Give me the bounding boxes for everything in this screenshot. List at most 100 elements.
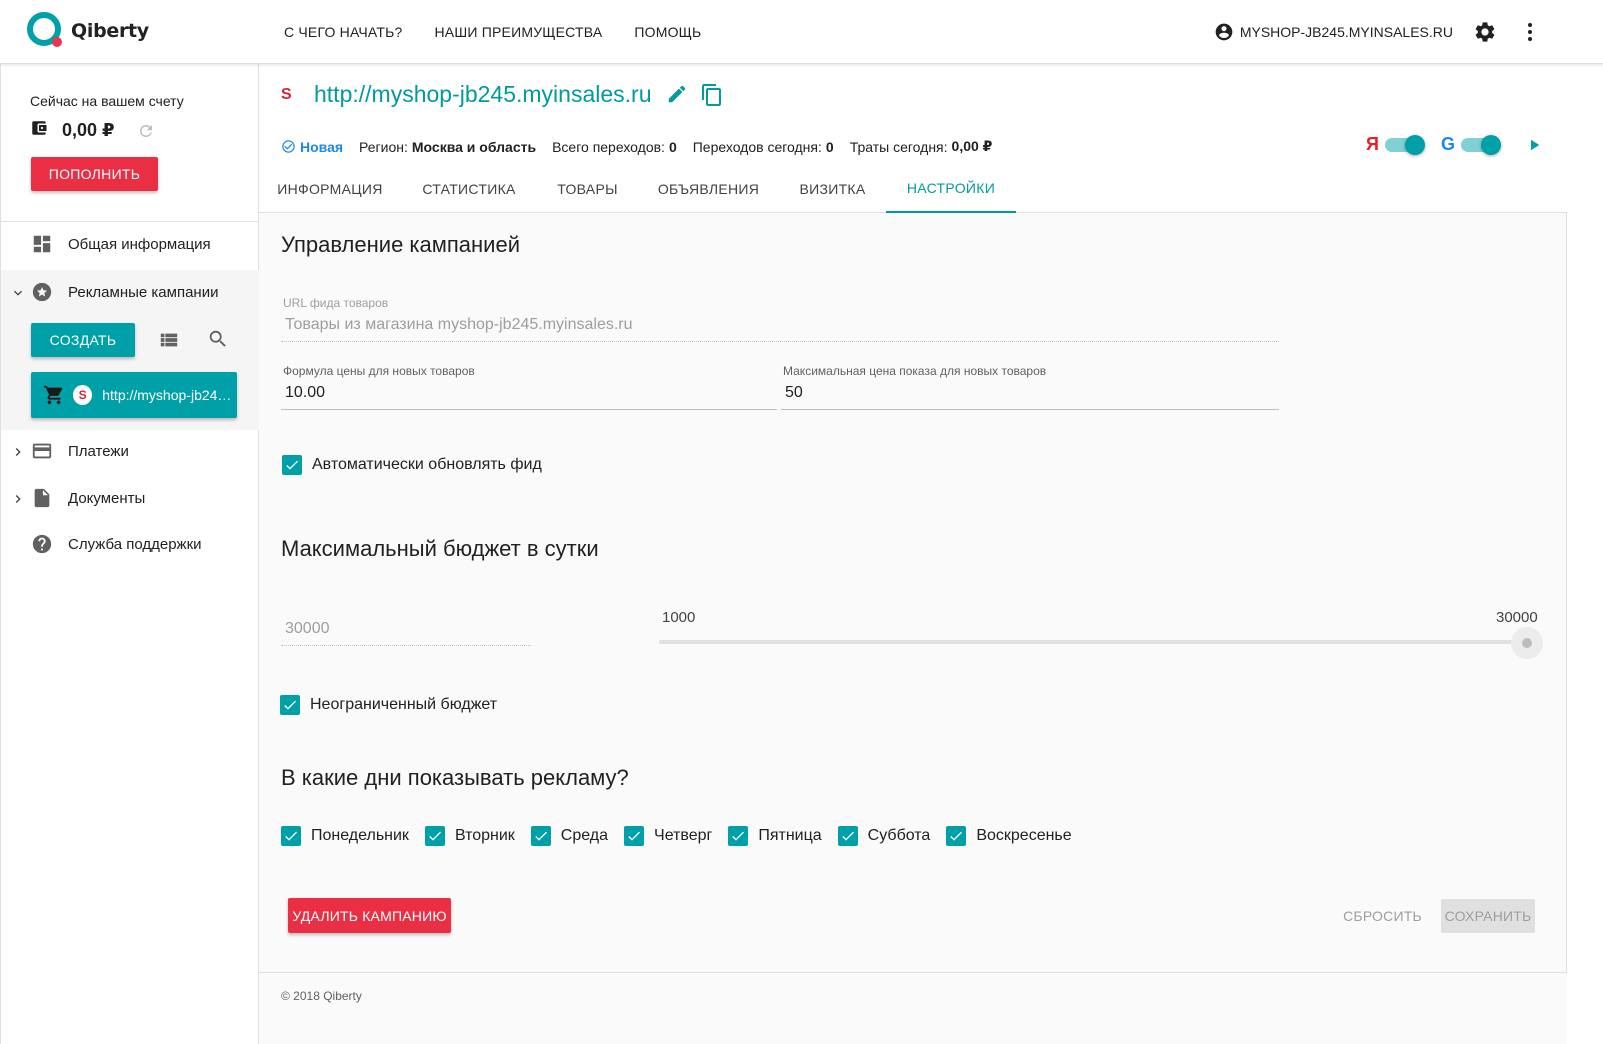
logo[interactable]: Qiberty [26,10,149,52]
copy-icon[interactable] [700,83,724,107]
sidebar-item-campaigns[interactable]: Рекламные кампании [1,270,259,316]
total-clicks-label: Всего переходов: [552,138,665,155]
day-label: Понедельник [311,827,409,844]
region-value: Москва и область [411,138,537,155]
sidebar-item-overview[interactable]: Общая информация [1,222,259,268]
yandex-toggle[interactable] [1384,134,1425,155]
auto-update-label: Автоматически обновлять фид [312,456,542,473]
campaign-tabs: ИНФОРМАЦИЯ СТАТИСТИКА ТОВАРЫ ОБЪЯВЛЕНИЯ … [259,164,1016,213]
sidebar-item-label: Документы [68,490,146,507]
google-toggle[interactable] [1461,134,1501,155]
checkbox-checked-icon [530,826,551,846]
day-label: Воскресенье [976,827,1072,844]
dashboard-icon [31,233,53,255]
unlimited-budget-checkbox[interactable]: Неограниченный бюджет [280,695,497,715]
campaign-chip[interactable]: S http://myshop-jb245.myinsales.ru [31,372,237,418]
day-checkbox-friday[interactable]: Пятница [728,826,822,846]
max-price-input[interactable]: 50 [781,382,1279,410]
checkbox-checked-icon [728,826,749,846]
create-campaign-button[interactable]: СОЗДАТЬ [31,323,135,357]
more-vert-icon[interactable] [1518,20,1542,44]
toggle-knob [1404,134,1425,155]
day-label: Пятница [758,827,822,844]
slider-min-label: 1000 [662,609,696,626]
nav-getting-started[interactable]: С ЧЕГО НАЧАТЬ? [284,24,403,40]
yandex-icon: Я [1366,134,1379,154]
balance-row: 0,00 ₽ [30,119,155,142]
checkbox-checked-icon [282,455,302,475]
days-checkbox-group: Понедельник Вторник Среда Четверг Пятниц… [281,826,1088,846]
budget-input: 30000 [281,618,531,646]
document-icon [31,487,53,509]
checkbox-checked-icon [280,695,300,715]
campaign-url: http://myshop-jb245.myinsales.ru [314,81,652,107]
slider-max-label: 30000 [1496,609,1538,626]
list-view-icon[interactable] [158,329,180,356]
sidebar-item-payments[interactable]: Платежи [1,429,259,475]
search-icon[interactable] [207,328,229,355]
today-clicks-value: 0 [825,138,834,155]
day-checkbox-monday[interactable]: Понедельник [281,826,409,846]
save-button[interactable]: СОХРАНИТЬ [1441,899,1535,933]
sidebar-item-label: Общая информация [68,236,211,253]
tab-products[interactable]: ТОВАРЫ [537,164,638,213]
page-right-edge [1567,0,1603,1044]
url-actions [666,83,736,107]
logo-mark-icon [26,11,66,51]
tab-business-card[interactable]: ВИЗИТКА [779,164,886,213]
toggle-knob [1481,134,1501,155]
budget-section-title: Максимальный бюджет в сутки [281,536,599,561]
day-checkbox-thursday[interactable]: Четверг [624,826,712,846]
tab-ads[interactable]: ОБЪЯВЛЕНИЯ [638,164,779,213]
credit-card-icon [31,440,53,462]
chevron-down-icon [10,285,26,301]
sidebar-item-label: Платежи [68,443,129,460]
manage-section-title: Управление кампанией [281,232,520,257]
auto-update-checkbox[interactable]: Автоматически обновлять фид [282,455,542,475]
top-nav: С ЧЕГО НАЧАТЬ? НАШИ ПРЕИМУЩЕСТВА ПОМОЩЬ [284,0,733,64]
feed-url-field: Товары из магазина myshop-jb245.myinsale… [281,314,1279,342]
checkbox-checked-icon [837,826,858,846]
topup-button[interactable]: ПОПОЛНИТЬ [31,157,158,191]
tab-settings[interactable]: НАСТРОЙКИ [886,164,1016,213]
sidebar-item-label: Служба поддержки [68,536,202,553]
account-circle-icon [1214,22,1234,42]
delete-campaign-button[interactable]: УДАЛИТЬ КАМПАНИЮ [288,898,451,933]
account-menu[interactable]: MYSHOP-JB245.MYINSALES.RU [1214,22,1453,42]
nav-help[interactable]: ПОМОЩЬ [634,24,701,40]
sidebar-item-support[interactable]: Служба поддержки [1,522,259,568]
sidebar-item-documents[interactable]: Документы [1,476,259,522]
play-icon[interactable] [1525,136,1543,154]
day-checkbox-wednesday[interactable]: Среда [530,826,608,846]
tab-statistics[interactable]: СТАТИСТИКА [401,164,537,213]
days-section-title: В какие дни показывать рекламу? [281,765,629,790]
star-circle-icon [31,281,53,303]
checkbox-checked-icon [424,826,445,846]
checkbox-checked-icon [281,826,301,846]
refresh-icon[interactable] [137,122,155,140]
budget-slider-thumb[interactable] [1511,627,1543,659]
checkbox-checked-icon [624,826,645,846]
shop-s-icon: S [281,85,292,103]
help-icon [31,533,53,555]
budget-slider-track[interactable] [659,640,1526,644]
day-checkbox-sunday[interactable]: Воскресенье [946,826,1072,846]
day-label: Четверг [654,827,713,844]
status-badge: Новая [281,139,343,155]
tab-info[interactable]: ИНФОРМАЦИЯ [259,164,401,213]
account-name: MYSHOP-JB245.MYINSALES.RU [1239,24,1453,40]
day-checkbox-tuesday[interactable]: Вторник [424,826,515,846]
balance-label: Сейчас на вашем счету [30,93,184,109]
spend-today-value: 0,00 ₽ [951,138,993,154]
shopping-cart-icon [43,384,65,406]
total-clicks-value: 0 [668,138,677,155]
settings-gear-icon[interactable] [1473,20,1497,44]
chevron-right-icon [10,444,26,460]
nav-advantages[interactable]: НАШИ ПРЕИМУЩЕСТВА [435,24,603,40]
edit-pencil-icon[interactable] [666,83,688,107]
day-checkbox-saturday[interactable]: Суббота [837,826,930,846]
top-app-bar: Qiberty С ЧЕГО НАЧАТЬ? НАШИ ПРЕИМУЩЕСТВА… [0,0,1603,64]
reset-button[interactable]: СБРОСИТЬ [1335,900,1430,932]
price-formula-input[interactable]: 10.00 [281,382,777,410]
campaign-info-row: Новая Регион: Москва и область Всего пер… [281,138,1008,155]
